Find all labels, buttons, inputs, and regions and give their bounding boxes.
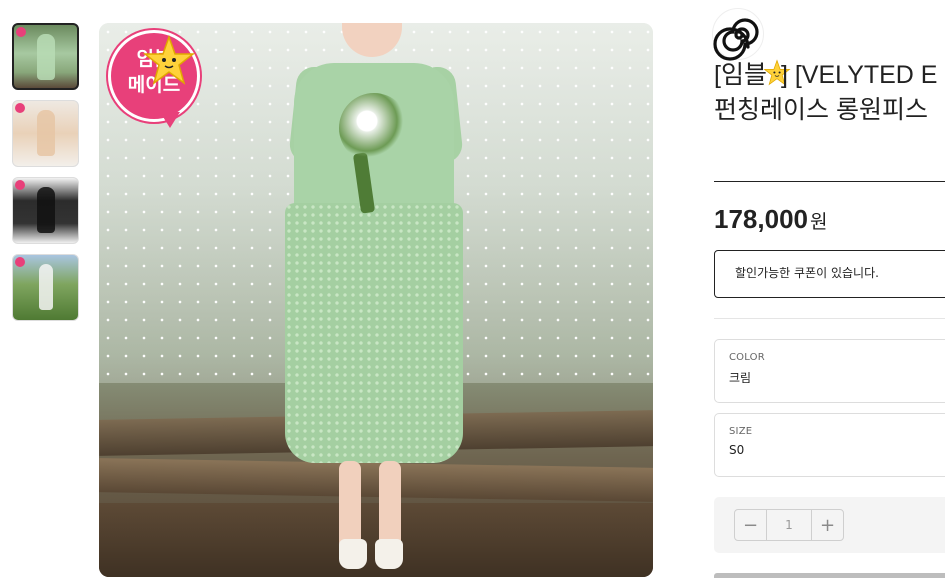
promo-badge: 임블 메이드 — [104, 28, 200, 130]
thumbnail-list — [12, 23, 79, 331]
product-title: [임블 ] [VELYTED E 펀칭레이스 롱원피스 — [714, 58, 945, 128]
options-divider — [714, 318, 945, 319]
thumbnail-3[interactable] — [12, 177, 79, 244]
model-shoe — [375, 539, 403, 569]
title-divider — [714, 181, 945, 182]
promo-mini-badge — [16, 27, 26, 37]
brand-logo[interactable] — [712, 8, 764, 61]
size-select[interactable]: SIZE S0 — [714, 413, 945, 477]
spiral-logo-icon — [713, 18, 759, 61]
background-log — [99, 458, 653, 502]
model-shoe — [339, 539, 367, 569]
thumbnail-figure — [36, 33, 55, 80]
quantity-increase-button[interactable]: + — [811, 510, 843, 540]
thumbnail-figure — [36, 110, 55, 157]
thumbnail-4[interactable] — [12, 254, 79, 321]
promo-badge-tail — [160, 112, 180, 128]
color-select[interactable]: COLOR 크림 — [714, 339, 945, 403]
promo-mini-badge — [15, 180, 25, 190]
product-title-line2: 펀칭레이스 롱원피스 — [714, 96, 928, 124]
size-select-label: SIZE — [729, 426, 753, 437]
quantity-decrease-button[interactable]: − — [735, 510, 767, 540]
thumbnail-figure — [36, 187, 55, 234]
bouquet — [339, 93, 409, 163]
thumbnail-2[interactable] — [12, 100, 79, 167]
coupon-text: 할인가능한 쿠폰이 있습니다. — [735, 266, 879, 280]
quantity-stepper: − 1 + — [734, 509, 844, 541]
star-face-icon — [142, 34, 196, 85]
product-title-prefix: [임블 — [714, 61, 767, 89]
quantity-panel: − 1 + — [714, 497, 945, 553]
quantity-input[interactable]: 1 — [767, 510, 811, 540]
promo-mini-badge — [15, 257, 25, 267]
purchase-button-edge[interactable] — [714, 573, 945, 578]
product-title-rest: ] [VELYTED E — [780, 61, 938, 89]
product-price: 178,000 원 — [714, 204, 827, 235]
color-select-label: COLOR — [729, 352, 765, 363]
promo-mini-badge — [15, 103, 25, 113]
color-select-value: 크림 — [729, 371, 752, 385]
size-select-value: S0 — [729, 443, 745, 457]
thumbnail-1[interactable] — [12, 23, 79, 90]
dress-skirt — [285, 203, 463, 463]
price-amount: 178,000 — [714, 204, 808, 234]
thumbnail-figure — [38, 264, 53, 311]
model-leg — [339, 461, 361, 551]
price-currency: 원 — [809, 211, 828, 233]
coupon-button[interactable]: 할인가능한 쿠폰이 있습니다. — [714, 250, 945, 298]
model-leg — [379, 461, 401, 551]
